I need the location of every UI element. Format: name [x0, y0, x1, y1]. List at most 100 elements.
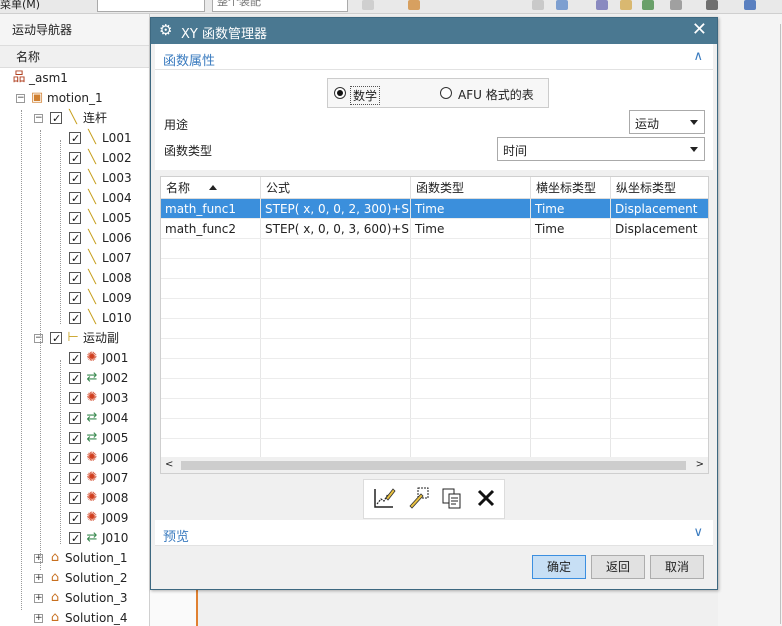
- tree-node[interactable]: + ⌂ Solution_1: [0, 548, 149, 568]
- menu-button[interactable]: 菜单(M): [0, 0, 40, 12]
- toolbar-snap-icon[interactable]: [362, 0, 374, 10]
- scroll-thumb[interactable]: [181, 461, 686, 470]
- expand-icon[interactable]: +: [34, 614, 43, 623]
- function-type-select[interactable]: 时间: [497, 137, 705, 161]
- visibility-checkbox[interactable]: [69, 449, 81, 469]
- visibility-checkbox[interactable]: [69, 369, 81, 389]
- tree-node[interactable]: ✺ J001: [0, 348, 149, 369]
- tree-node[interactable]: ⇄ J004: [0, 408, 149, 429]
- plot-icon[interactable]: [370, 486, 398, 514]
- tree-node[interactable]: ╲ L007: [0, 248, 149, 269]
- collapse-icon[interactable]: −: [16, 94, 25, 103]
- visibility-checkbox[interactable]: [69, 349, 81, 369]
- tree-node[interactable]: ╲ L005: [0, 208, 149, 229]
- scroll-left-icon[interactable]: <: [165, 459, 173, 470]
- toolbar-part-icon[interactable]: [556, 0, 568, 10]
- toolbar-render-icon[interactable]: [706, 0, 718, 10]
- ok-button[interactable]: 确定: [532, 555, 586, 579]
- usage-select[interactable]: 运动: [629, 110, 705, 134]
- toolbar-grid-icon[interactable]: [670, 0, 682, 10]
- toolbar-refresh-icon[interactable]: [642, 0, 654, 10]
- tree-node[interactable]: ⇄ J010: [0, 528, 149, 549]
- tree-node[interactable]: ╲ L008: [0, 268, 149, 289]
- scroll-right-icon[interactable]: >: [696, 459, 704, 470]
- edit-icon[interactable]: [404, 486, 432, 514]
- visibility-checkbox[interactable]: [69, 389, 81, 409]
- visibility-checkbox[interactable]: [69, 249, 81, 269]
- visibility-checkbox[interactable]: [69, 489, 81, 509]
- tree-node[interactable]: + ⌂ Solution_2: [0, 568, 149, 588]
- visibility-checkbox[interactable]: [50, 329, 62, 349]
- visibility-checkbox[interactable]: [50, 109, 62, 129]
- expand-icon[interactable]: +: [34, 594, 43, 603]
- toolbar-view-icon[interactable]: [596, 0, 608, 10]
- graphics-area[interactable]: [718, 14, 782, 626]
- tree-node[interactable]: ╲ L003: [0, 168, 149, 189]
- toolbar-cube-icon[interactable]: [532, 0, 544, 10]
- visibility-checkbox[interactable]: [69, 149, 81, 169]
- header-function-type[interactable]: 函数类型: [411, 177, 531, 199]
- visibility-checkbox[interactable]: [69, 229, 81, 249]
- delete-icon[interactable]: [472, 486, 500, 514]
- toolbar-filter-icon[interactable]: [408, 0, 420, 10]
- visibility-checkbox[interactable]: [69, 309, 81, 329]
- toolbar-layer-icon[interactable]: [620, 0, 632, 10]
- visibility-checkbox[interactable]: [69, 209, 81, 229]
- radio-math-indicator[interactable]: [334, 87, 346, 99]
- chevron-down-icon[interactable]: ∨: [693, 525, 703, 540]
- tree-node[interactable]: + ⌂ Solution_4: [0, 608, 149, 626]
- visibility-checkbox[interactable]: [69, 529, 81, 549]
- visibility-checkbox[interactable]: [69, 469, 81, 489]
- visibility-checkbox[interactable]: [69, 129, 81, 149]
- tree-node[interactable]: ✺ J009: [0, 508, 149, 529]
- tree-node[interactable]: ╲ L009: [0, 288, 149, 309]
- tree-node[interactable]: − ╲ 连杆: [0, 108, 149, 129]
- radio-afu-indicator[interactable]: [440, 87, 452, 99]
- tree-node[interactable]: − ⊢ 运动副: [0, 328, 149, 349]
- copy-icon[interactable]: [438, 486, 466, 514]
- expand-icon[interactable]: +: [34, 554, 43, 563]
- visibility-checkbox[interactable]: [69, 509, 81, 529]
- table-row[interactable]: math_func1 STEP( x, 0, 0, 2, 300)+S... Tim…: [161, 199, 708, 219]
- tree-node[interactable]: ✺ J008: [0, 488, 149, 509]
- visibility-checkbox[interactable]: [69, 409, 81, 429]
- collapse-icon[interactable]: −: [34, 334, 43, 343]
- assembly-filter-combo[interactable]: 整个装配: [212, 0, 348, 12]
- tree-node[interactable]: ✺ J003: [0, 388, 149, 409]
- tree-node[interactable]: ╲ L004: [0, 188, 149, 209]
- tree-node[interactable]: ╲ L001: [0, 128, 149, 149]
- tree-node[interactable]: ✺ J007: [0, 468, 149, 489]
- tree-node[interactable]: ╲ L002: [0, 148, 149, 169]
- toolbar-shade-icon[interactable]: [744, 0, 756, 10]
- header-abscissa-type[interactable]: 横坐标类型: [531, 177, 611, 199]
- cancel-button[interactable]: 取消: [650, 555, 704, 579]
- section-function-properties[interactable]: 函数属性 ∧: [155, 44, 713, 70]
- table-row[interactable]: math_func2 STEP( x, 0, 0, 3, 600)+S... Tim…: [161, 219, 708, 239]
- horizontal-scrollbar[interactable]: < >: [161, 457, 708, 473]
- tree-node[interactable]: + ⌂ Solution_3: [0, 588, 149, 608]
- tree-node[interactable]: 品 _asm1: [0, 68, 149, 88]
- navigator-column-name[interactable]: 名称: [0, 46, 149, 68]
- header-ordinate-type[interactable]: 纵坐标类型: [611, 177, 708, 199]
- dialog-titlebar[interactable]: ⚙ XY 函数管理器 ✕: [151, 18, 717, 44]
- visibility-checkbox[interactable]: [69, 289, 81, 309]
- tree-node[interactable]: ✺ J006: [0, 448, 149, 469]
- tree-node[interactable]: ╲ L010: [0, 308, 149, 329]
- collapse-icon[interactable]: −: [34, 114, 43, 123]
- visibility-checkbox[interactable]: [69, 429, 81, 449]
- visibility-checkbox[interactable]: [69, 169, 81, 189]
- visibility-checkbox[interactable]: [69, 269, 81, 289]
- back-button[interactable]: 返回: [591, 555, 645, 579]
- tree-node[interactable]: − ▣ motion_1: [0, 88, 149, 108]
- expand-icon[interactable]: +: [34, 574, 43, 583]
- tree-node[interactable]: ⇄ J002: [0, 368, 149, 389]
- header-formula[interactable]: 公式: [261, 177, 411, 199]
- tree-node[interactable]: ⇄ J005: [0, 428, 149, 449]
- section-preview[interactable]: 预览 ∨: [155, 520, 713, 546]
- header-name[interactable]: 名称: [161, 177, 261, 199]
- selection-filter-combo[interactable]: [97, 0, 205, 12]
- tree-node[interactable]: ╲ L006: [0, 228, 149, 249]
- close-icon[interactable]: ✕: [692, 19, 707, 40]
- chevron-up-icon[interactable]: ∧: [693, 49, 703, 64]
- visibility-checkbox[interactable]: [69, 189, 81, 209]
